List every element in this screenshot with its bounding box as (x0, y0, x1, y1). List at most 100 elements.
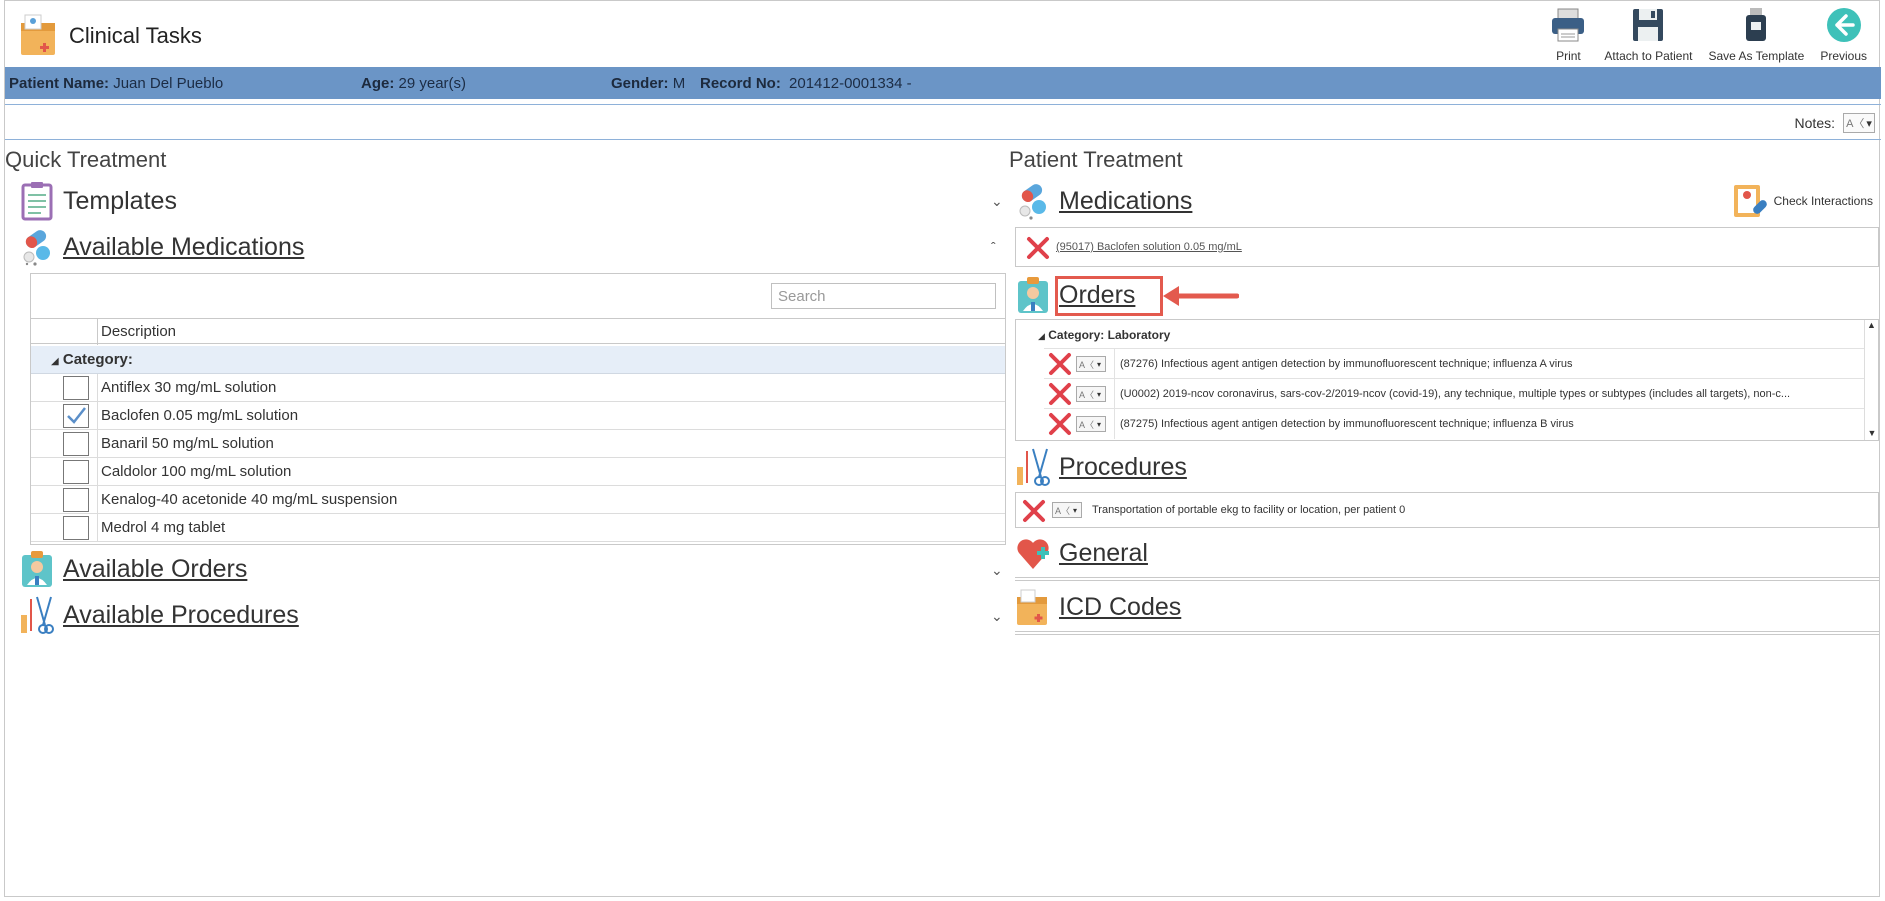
order-note-dropdown[interactable]: A〈 ▾ (1076, 356, 1106, 372)
icd-codes-header[interactable]: ICD Codes (1015, 587, 1181, 627)
general-label[interactable]: General (1059, 539, 1148, 568)
medication-row[interactable]: Kenalog-40 acetonide 40 mg/mL suspension (31, 486, 1005, 514)
medication-checkbox[interactable] (63, 516, 89, 540)
procedures-label[interactable]: Procedures (1059, 453, 1187, 482)
patient-gender-field: Gender: M (611, 75, 685, 92)
medications-label[interactable]: Medications (1059, 187, 1192, 216)
patient-procedures-list: A〈 ▾ Transportation of portable ekg to fa… (1015, 492, 1879, 528)
medication-checkbox[interactable] (63, 404, 89, 428)
chevron-down-icon: ▾ (1097, 419, 1102, 429)
clipboard-pill-icon (1733, 185, 1767, 217)
order-row[interactable]: A〈 ▾ (U0002) 2019-ncov coronavirus, sars-c… (1044, 378, 1864, 409)
annotation-arrow-icon (1163, 286, 1239, 306)
scroll-up-icon[interactable]: ▲ (1865, 320, 1878, 330)
notes-dropdown[interactable]: A〈 ▾ (1843, 113, 1875, 133)
available-procedures-chevron-down-icon[interactable]: ⌄ (991, 608, 1003, 625)
clipboard-list-icon (21, 182, 53, 221)
available-orders-header[interactable]: Available Orders (19, 549, 247, 589)
templates-chevron-down-icon[interactable]: ⌄ (991, 193, 1003, 210)
medication-row[interactable]: Medrol 4 mg tablet (31, 514, 1005, 542)
medication-checkbox[interactable] (63, 460, 89, 484)
medication-name: Antiflex 30 mg/mL solution (101, 379, 277, 396)
clinical-box-icon (21, 14, 55, 55)
save-template-label: Save As Template (1708, 49, 1805, 63)
delete-x-icon[interactable] (1048, 352, 1072, 376)
patient-info-bar: Patient Name: Juan Del Pueblo Age: 29 ye… (5, 67, 1881, 99)
available-procedures-label[interactable]: Available Procedures (63, 601, 299, 630)
orders-scrollbar[interactable]: ▲ ▼ (1864, 320, 1878, 440)
app-window: Clinical Tasks Print Attach to Patient S… (4, 0, 1881, 897)
category-group-row[interactable]: ◢ Category: (31, 346, 1005, 374)
icd-codes-label[interactable]: ICD Codes (1059, 593, 1181, 622)
order-note-dropdown[interactable]: A〈 ▾ (1076, 386, 1106, 402)
order-note-dropdown[interactable]: A〈 ▾ (1076, 416, 1106, 432)
print-label: Print (1556, 49, 1581, 63)
description-column-header[interactable]: Description (101, 323, 176, 340)
delete-x-icon[interactable] (1026, 236, 1050, 260)
procedure-note-dropdown[interactable]: A〈 ▾ (1052, 502, 1082, 518)
notes-label: Notes: (1794, 115, 1835, 131)
attach-to-patient-button[interactable]: Attach to Patient (1596, 5, 1700, 63)
notes-icon: A〈 (1079, 419, 1095, 430)
previous-button[interactable]: Previous (1812, 5, 1875, 63)
medications-header[interactable]: Medications (1015, 181, 1192, 221)
column-divider (97, 402, 98, 430)
print-button[interactable]: Print (1540, 5, 1596, 63)
delete-x-icon[interactable] (1022, 499, 1046, 523)
order-item-text: (87275) Infectious agent antigen detecti… (1120, 418, 1574, 430)
order-row[interactable]: A〈 ▾ (87275) Infectious agent antigen dete… (1044, 408, 1864, 439)
patient-record-label: Record No: (700, 75, 781, 92)
medication-search-input[interactable] (771, 283, 996, 309)
patient-age-label: Age: (361, 75, 395, 92)
available-medications-table: Description ◢ Category: Antiflex 30 mg/m… (30, 273, 1006, 545)
icd-divider (1015, 631, 1879, 635)
orders-category-label: Category: Laboratory (1048, 328, 1171, 342)
available-medications-chevron-up-icon[interactable]: ˆ (991, 239, 996, 255)
procedure-item-text: Transportation of portable ekg to facili… (1092, 504, 1406, 516)
general-header[interactable]: General (1015, 533, 1148, 573)
patient-gender-label: Gender: (611, 75, 669, 92)
column-divider (1114, 379, 1115, 409)
templates-header[interactable]: Templates (19, 181, 177, 221)
delete-x-icon[interactable] (1048, 382, 1072, 406)
medication-item-link[interactable]: (95017) Baclofen solution 0.05 mg/mL (1056, 241, 1242, 253)
column-divider (1114, 409, 1115, 439)
medication-row[interactable]: Baclofen 0.05 mg/mL solution (31, 402, 1005, 430)
medication-name: Banaril 50 mg/mL solution (101, 435, 274, 452)
quick-treatment-title: Quick Treatment (5, 147, 167, 172)
available-orders-label[interactable]: Available Orders (63, 555, 247, 584)
available-medications-header[interactable]: Available Medications (19, 227, 304, 267)
heart-plus-icon (1017, 539, 1049, 569)
available-procedures-header[interactable]: Available Procedures (19, 595, 299, 635)
procedures-header[interactable]: Procedures (1015, 447, 1187, 487)
category-label-text: Category: (62, 351, 133, 368)
column-divider (97, 486, 98, 514)
available-medications-label[interactable]: Available Medications (63, 233, 304, 262)
patient-age-value: 29 year(s) (398, 75, 467, 92)
order-row[interactable]: A〈 ▾ (87276) Infectious agent antigen dete… (1044, 348, 1864, 379)
medication-checkbox[interactable] (63, 376, 89, 400)
patient-medication-list: (95017) Baclofen solution 0.05 mg/mL (1015, 227, 1879, 267)
scroll-down-icon[interactable]: ▼ (1865, 428, 1879, 438)
order-item-text: (U0002) 2019-ncov coronavirus, sars-cov-… (1120, 388, 1791, 400)
check-interactions-button[interactable]: Check Interactions (1730, 181, 1873, 221)
medication-row[interactable]: Banaril 50 mg/mL solution (31, 430, 1005, 458)
orders-category-row[interactable]: ◢ Category: Laboratory (1038, 328, 1170, 342)
medication-checkbox[interactable] (63, 488, 89, 512)
available-orders-chevron-down-icon[interactable]: ⌄ (991, 562, 1003, 579)
medication-row[interactable]: Antiflex 30 mg/mL solution (31, 374, 1005, 402)
attach-label: Attach to Patient (1604, 49, 1693, 63)
medication-name: Caldolor 100 mg/mL solution (101, 463, 292, 480)
medication-row[interactable]: Caldolor 100 mg/mL solution (31, 458, 1005, 486)
patient-name-value: Juan Del Pueblo (113, 75, 224, 92)
pills-icon (23, 230, 50, 266)
save-as-template-button[interactable]: Save As Template (1700, 5, 1812, 63)
column-divider (97, 374, 98, 402)
surgical-tools-icon (21, 596, 54, 634)
doctor-badge-icon (1018, 277, 1048, 313)
clinical-box-icon (1017, 589, 1047, 625)
delete-x-icon[interactable] (1048, 412, 1072, 436)
pills-icon (1019, 184, 1046, 220)
templates-label: Templates (63, 186, 177, 215)
medication-checkbox[interactable] (63, 432, 89, 456)
